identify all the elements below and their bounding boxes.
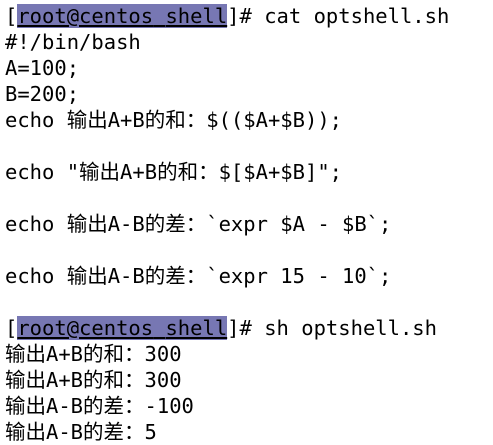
output-sum-2: 输出A+B的和：300 xyxy=(5,368,182,392)
output-diff-1: 输出A-B的差：-100 xyxy=(5,394,194,418)
script-echo-diff-nums: echo 输出A-B的差：`expr 15 - 10`; xyxy=(5,264,392,288)
output-diff-2: 输出A-B的差：5 xyxy=(5,420,157,444)
script-assign-b: B=200; xyxy=(5,82,80,106)
terminal-window[interactable]: [root@centos shell]# cat optshell.sh #!/… xyxy=(0,0,493,445)
prompt-directory: shell xyxy=(165,4,228,28)
prompt-directory: shell xyxy=(165,316,228,340)
prompt-open-bracket: [ xyxy=(5,4,18,28)
prompt-space xyxy=(153,4,166,28)
prompt-userhost: root@centos xyxy=(17,316,154,340)
script-shebang: #!/bin/bash xyxy=(5,30,141,54)
command-cat: cat optshell.sh xyxy=(264,4,450,28)
prompt-open-bracket: [ xyxy=(5,316,18,340)
prompt-space xyxy=(153,316,166,340)
script-echo-sum-paren: echo 输出A+B的和：$(($A+$B)); xyxy=(5,108,342,132)
prompt-line-cat: [root@centos shell]# cat optshell.sh xyxy=(5,3,449,29)
prompt-close: ]# xyxy=(227,316,265,340)
script-echo-sum-bracket: echo "输出A+B的和：$[$A+$B]"; xyxy=(5,160,342,184)
output-sum-1: 输出A+B的和：300 xyxy=(5,342,182,366)
prompt-close: ]# xyxy=(227,4,265,28)
script-echo-diff-vars: echo 输出A-B的差：`expr $A - $B`; xyxy=(5,212,392,236)
prompt-userhost: root@centos xyxy=(17,4,154,28)
command-sh: sh optshell.sh xyxy=(264,316,437,340)
script-assign-a: A=100; xyxy=(5,56,80,80)
prompt-line-sh: [root@centos shell]# sh optshell.sh xyxy=(5,315,437,341)
